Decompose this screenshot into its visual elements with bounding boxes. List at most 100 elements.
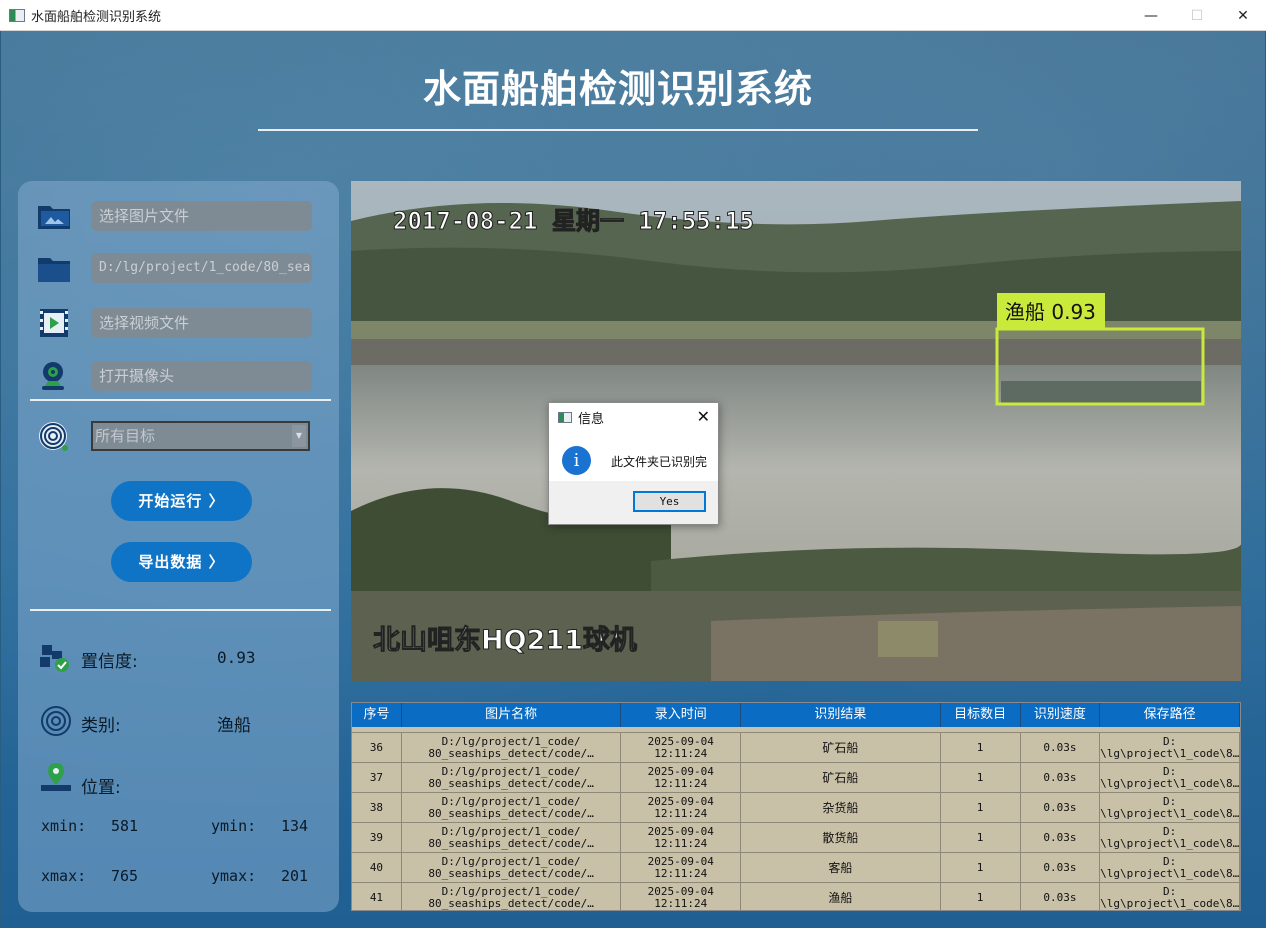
table-cell: 2025-09-04 12:11:24 (621, 823, 742, 852)
ymax-label: ymax: (211, 867, 257, 885)
dialog-body: i 此文件夹已识别完 (549, 431, 718, 483)
table-cell: 2025-09-04 12:11:24 (621, 733, 742, 762)
table-cell: 2025-09-04 12:11:24 (621, 883, 742, 910)
folder-path-input[interactable]: D:/lg/project/1_code/80_sea (91, 253, 312, 283)
table-cell: 0.03s (1021, 763, 1101, 792)
folder-icon[interactable] (36, 251, 72, 285)
table-cell: 1 (941, 793, 1021, 822)
video-file-row: 选择视频文件 (18, 308, 339, 338)
video-file-icon[interactable] (36, 306, 72, 340)
table-cell: D:/lg/project/1_code/ 80_seaships_detect… (402, 733, 622, 762)
target-select[interactable]: 所有目标 ▼ (91, 421, 310, 451)
table-cell: 1 (941, 853, 1021, 882)
dialog-title: 信息 (578, 411, 605, 427)
table-cell: 41 (352, 883, 402, 910)
window-controls: — ☐ ✕ (1128, 0, 1266, 31)
dialog-message: 此文件夹已识别完 (611, 455, 708, 469)
table-cell: 矿石船 (741, 763, 941, 792)
close-button[interactable]: ✕ (1220, 0, 1266, 31)
table-cell: 2025-09-04 12:11:24 (621, 853, 742, 882)
table-row[interactable]: 37 D:/lg/project/1_code/ 80_seaships_dete… (352, 762, 1240, 792)
table-body: 36 D:/lg/project/1_code/ 80_seaships_dete… (352, 732, 1240, 910)
video-file-input[interactable]: 选择视频文件 (91, 308, 312, 338)
ymin-label: ymin: (211, 817, 257, 835)
control-panel: 选择图片文件 D:/lg/project/1_code/80_sea 选择视频文… (18, 181, 339, 912)
table-cell: 0.03s (1021, 793, 1101, 822)
table-cell: 0.03s (1021, 853, 1101, 882)
results-table[interactable]: 序号 图片名称 录入时间 识别结果 目标数目 识别速度 保存路径 36 D:/lg… (351, 702, 1241, 911)
table-cell: D: \lg\project\1_code\8… (1100, 733, 1240, 762)
column-header[interactable]: 识别结果 (741, 703, 941, 727)
app-icon (9, 8, 25, 22)
table-row[interactable]: 36 D:/lg/project/1_code/ 80_seaships_dete… (352, 732, 1240, 762)
table-cell: D: \lg\project\1_code\8… (1100, 763, 1240, 792)
window-titlebar: 水面船舶检测识别系统 — ☐ ✕ (0, 0, 1266, 31)
table-cell: 渔船 (741, 883, 941, 910)
detection-image-viewer: 2017-08-21 星期一 17:55:15 北山咀东HQ211球机 渔船 0… (351, 181, 1241, 681)
location-icon (41, 763, 71, 791)
table-cell: 1 (941, 823, 1021, 852)
camera-frame-image: 2017-08-21 星期一 17:55:15 北山咀东HQ211球机 渔船 0… (351, 181, 1241, 681)
ymax-value: 201 (281, 867, 309, 885)
divider (30, 399, 331, 401)
column-header[interactable]: 目标数目 (941, 703, 1021, 727)
column-header[interactable]: 录入时间 (621, 703, 742, 727)
class-icon (41, 706, 71, 736)
table-cell: 客船 (741, 853, 941, 882)
start-button[interactable]: 开始运行 〉 (111, 481, 252, 521)
ymin-value: 134 (281, 817, 309, 835)
camera-caption-overlay: 北山咀东HQ211球机 (373, 624, 637, 656)
dialog-app-icon (558, 411, 572, 423)
table-cell: 36 (352, 733, 402, 762)
timestamp-overlay: 2017-08-21 星期一 17:55:15 (393, 207, 754, 235)
yes-button[interactable]: Yes (633, 491, 706, 512)
image-folder-icon[interactable] (36, 199, 72, 233)
target-select-row: 所有目标 ▼ (18, 421, 339, 451)
title-underline (258, 129, 978, 131)
table-cell: 0.03s (1021, 733, 1101, 762)
table-cell: 2025-09-04 12:11:24 (621, 793, 742, 822)
camera-row: 打开摄像头 (18, 361, 339, 391)
chevron-down-icon[interactable]: ▼ (292, 425, 306, 447)
divider (30, 609, 331, 611)
table-cell: D:/lg/project/1_code/ 80_seaships_detect… (402, 793, 622, 822)
folder-row: D:/lg/project/1_code/80_sea (18, 253, 339, 283)
dialog-titlebar: 信息 (549, 403, 718, 431)
dialog-close-button[interactable]: ✕ (697, 407, 710, 426)
table-cell: 杂货船 (741, 793, 941, 822)
position-label: 位置: (81, 778, 121, 798)
column-header[interactable]: 保存路径 (1100, 703, 1240, 727)
table-row[interactable]: 38 D:/lg/project/1_code/ 80_seaships_dete… (352, 792, 1240, 822)
table-cell: D:/lg/project/1_code/ 80_seaships_detect… (402, 823, 622, 852)
table-cell: 0.03s (1021, 883, 1101, 910)
column-header[interactable]: 序号 (352, 703, 402, 727)
confidence-value: 0.93 (217, 648, 256, 667)
info-icon: i (562, 446, 591, 475)
table-cell: D:/lg/project/1_code/ 80_seaships_detect… (402, 883, 622, 910)
target-select-value: 所有目标 (95, 427, 156, 445)
page-title: 水面船舶检测识别系统 (422, 67, 813, 111)
table-row[interactable]: 41 D:/lg/project/1_code/ 80_seaships_dete… (352, 882, 1240, 910)
column-header[interactable]: 识别速度 (1021, 703, 1101, 727)
export-button[interactable]: 导出数据 〉 (111, 542, 252, 582)
camera-icon[interactable] (36, 359, 72, 393)
detection-label: 渔船 0.93 (1005, 300, 1096, 324)
table-cell: 1 (941, 883, 1021, 910)
camera-input[interactable]: 打开摄像头 (91, 361, 312, 391)
minimize-button[interactable]: — (1128, 0, 1174, 31)
image-file-input[interactable]: 选择图片文件 (91, 201, 312, 231)
maximize-button[interactable]: ☐ (1174, 0, 1220, 31)
table-row[interactable]: 40 D:/lg/project/1_code/ 80_seaships_dete… (352, 852, 1240, 882)
table-cell: 2025-09-04 12:11:24 (621, 763, 742, 792)
table-cell: D:/lg/project/1_code/ 80_seaships_detect… (402, 853, 622, 882)
table-header: 序号 图片名称 录入时间 识别结果 目标数目 识别速度 保存路径 (352, 703, 1240, 727)
table-cell: 40 (352, 853, 402, 882)
info-dialog: 信息 ✕ i 此文件夹已识别完 Yes (548, 402, 719, 525)
table-cell: 38 (352, 793, 402, 822)
class-label: 类别: (81, 716, 121, 736)
table-cell: D:/lg/project/1_code/ 80_seaships_detect… (402, 763, 622, 792)
table-cell: D: \lg\project\1_code\8… (1100, 883, 1240, 910)
xmax-label: xmax: (41, 867, 87, 885)
column-header[interactable]: 图片名称 (402, 703, 622, 727)
table-row[interactable]: 39 D:/lg/project/1_code/ 80_seaships_dete… (352, 822, 1240, 852)
